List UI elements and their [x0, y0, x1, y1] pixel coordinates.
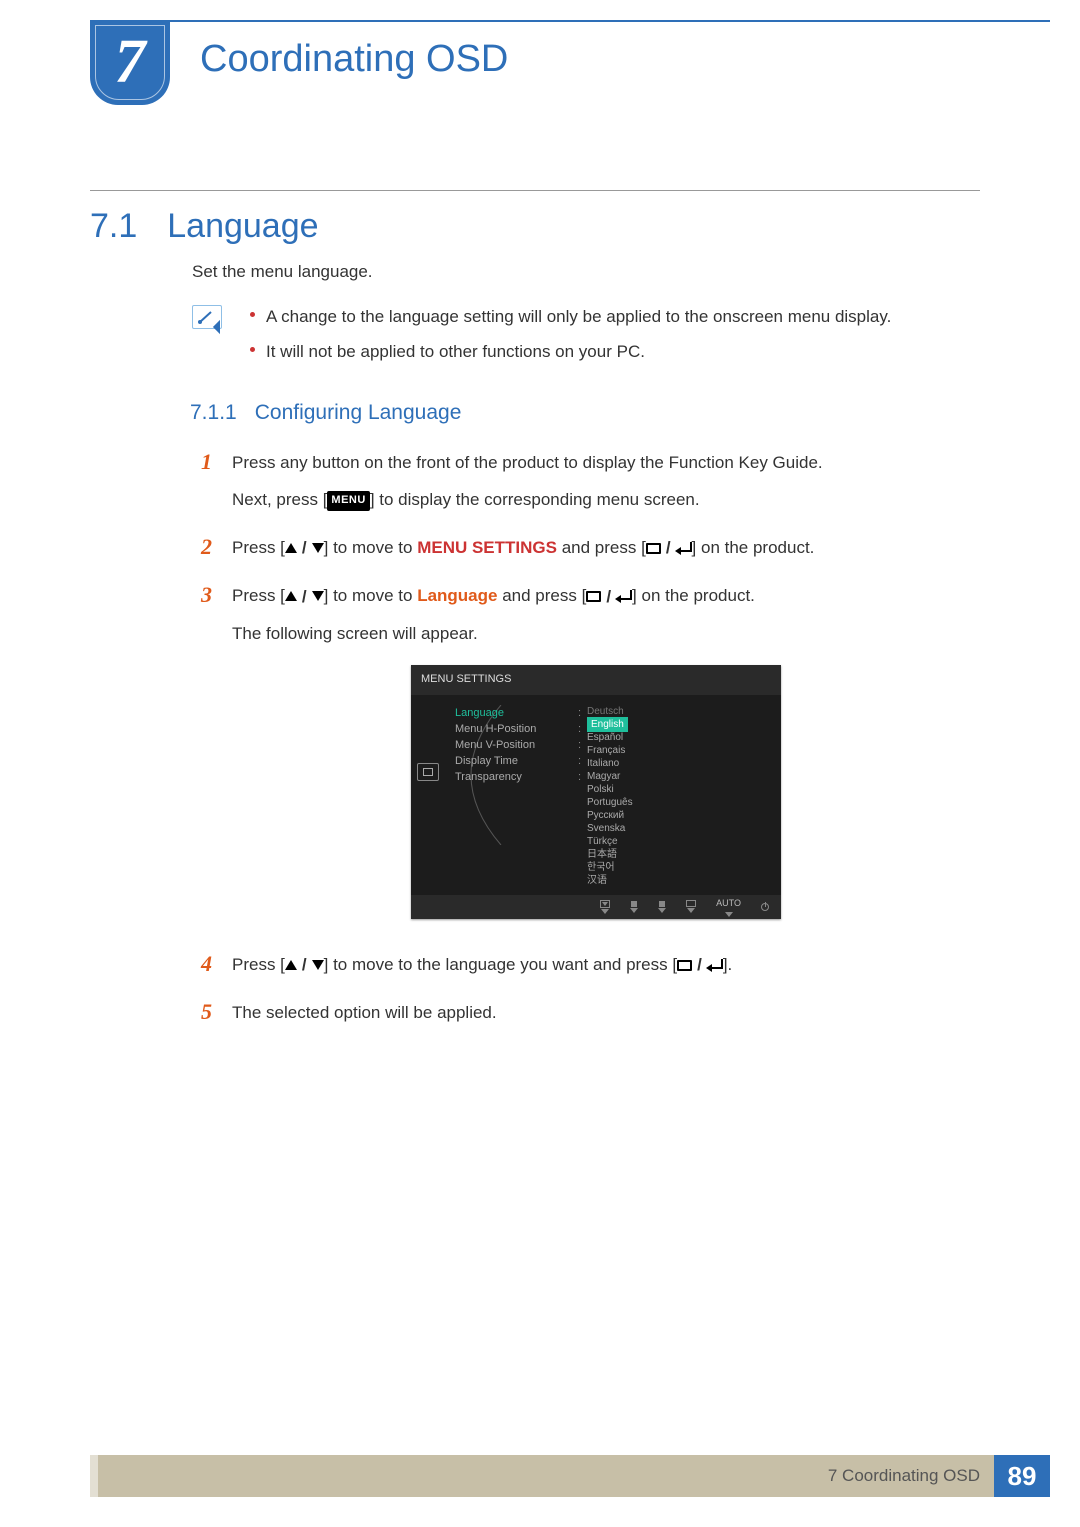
- step-text: The selected option will be applied.: [232, 999, 960, 1026]
- note-block: A change to the language setting will on…: [192, 303, 960, 373]
- step-number: 2: [192, 534, 212, 572]
- osd-language-option: 日本語: [587, 848, 773, 861]
- footer-label: 7 Coordinating OSD: [828, 1466, 980, 1486]
- osd-language-option: Français: [587, 744, 773, 757]
- note-icon: [192, 305, 222, 329]
- osd-footer-down-icon: [630, 901, 638, 913]
- step-body: Press [/] to move to Language and press …: [232, 582, 960, 941]
- chapter-title: Coordinating OSD: [200, 38, 508, 81]
- osd-footer-power-icon: [761, 903, 769, 911]
- top-rule: [90, 20, 1050, 22]
- osd-menu-item: Language: [455, 705, 569, 721]
- osd-footer-up-icon: [658, 901, 666, 913]
- content-area: Set the menu language. A change to the l…: [192, 258, 960, 1046]
- footer-page-number: 89: [994, 1455, 1050, 1497]
- subsection-title: Configuring Language: [255, 401, 462, 424]
- step: 4 Press [/] to move to the language you …: [192, 951, 960, 989]
- osd-language-option: Türkçe: [587, 835, 773, 848]
- page: 7 Coordinating OSD 7.1 Language Set the m…: [0, 0, 1080, 1527]
- osd-language-option: Español: [587, 731, 773, 744]
- osd-section-icon: [417, 763, 439, 781]
- osd-language-option-selected: English: [587, 717, 628, 732]
- step-number: 3: [192, 582, 212, 941]
- step: 5 The selected option will be applied.: [192, 999, 960, 1036]
- osd-footer: AUTO: [411, 895, 781, 919]
- osd-footer-back-icon: [600, 900, 610, 914]
- osd-language-list: Deutsch English Español Français Italian…: [569, 705, 773, 887]
- step-text: Press [/] to move to the language you wa…: [232, 951, 960, 979]
- chapter-number: 7: [115, 27, 146, 98]
- step-body: Press [/] to move to MENU SETTINGS and p…: [232, 534, 960, 572]
- up-down-icon: /: [285, 583, 324, 610]
- up-down-icon: /: [285, 534, 324, 561]
- osd-menu-item: Transparency: [455, 769, 569, 785]
- step-number: 1: [192, 449, 212, 523]
- osd-footer-auto: AUTO: [716, 896, 741, 916]
- osd-screenshot: MENU SETTINGS Language Menu H-Position M…: [232, 665, 960, 919]
- osd-menu-list: Language Menu H-Position Menu V-Position…: [419, 705, 569, 887]
- section-intro: Set the menu language.: [192, 258, 960, 285]
- step-text: The following screen will appear.: [232, 620, 960, 647]
- step-number: 5: [192, 999, 212, 1036]
- menu-settings-label: MENU SETTINGS: [417, 538, 557, 557]
- step-text: Next, press [MENU] to display the corres…: [232, 486, 960, 513]
- osd-language-option: Svenska: [587, 822, 773, 835]
- chapter-tab: 7: [90, 20, 170, 105]
- osd-body: Language Menu H-Position Menu V-Position…: [411, 695, 781, 895]
- step: 1 Press any button on the front of the p…: [192, 449, 960, 523]
- section-rule: [90, 190, 980, 191]
- step-body: The selected option will be applied.: [232, 999, 960, 1036]
- select-enter-icon: /: [646, 534, 692, 561]
- osd-language-option: Italiano: [587, 757, 773, 770]
- osd-language-option: 汉语: [587, 874, 773, 887]
- step-text: Press [/] to move to Language and press …: [232, 582, 960, 610]
- note-item: A change to the language setting will on…: [244, 303, 891, 330]
- footer-bar: 7 Coordinating OSD 89: [90, 1455, 1050, 1497]
- section-title: Language: [167, 207, 318, 245]
- step-text: Press any button on the front of the pro…: [232, 449, 960, 476]
- osd-menu-item: Menu V-Position: [455, 737, 569, 753]
- step: 3 Press [/] to move to Language and pres…: [192, 582, 960, 941]
- osd-language-option: Português: [587, 796, 773, 809]
- osd-language-option: 한국어: [587, 861, 773, 874]
- osd-language-option: Magyar: [587, 770, 773, 783]
- subsection-heading: 7.1.1 Configuring Language: [190, 396, 960, 430]
- language-label: Language: [417, 586, 497, 605]
- select-enter-icon: /: [586, 583, 632, 610]
- section-number: 7.1: [90, 207, 137, 245]
- step-text: Press [/] to move to MENU SETTINGS and p…: [232, 534, 960, 562]
- osd-footer-enter-icon: [686, 900, 696, 913]
- step-number: 4: [192, 951, 212, 989]
- select-enter-icon: /: [677, 951, 723, 978]
- section-heading: 7.1 Language: [90, 207, 319, 246]
- note-item: It will not be applied to other function…: [244, 338, 891, 365]
- note-list: A change to the language setting will on…: [244, 303, 891, 373]
- up-down-icon: /: [285, 951, 324, 978]
- subsection-number: 7.1.1: [190, 401, 237, 424]
- osd-language-option: Русский: [587, 809, 773, 822]
- osd-menu-item: Display Time: [455, 753, 569, 769]
- step: 2 Press [/] to move to MENU SETTINGS and…: [192, 534, 960, 572]
- osd-menu-item: Menu H-Position: [455, 721, 569, 737]
- step-body: Press any button on the front of the pro…: [232, 449, 960, 523]
- osd-panel: MENU SETTINGS Language Menu H-Position M…: [411, 665, 781, 919]
- osd-title: MENU SETTINGS: [411, 665, 781, 695]
- step-body: Press [/] to move to the language you wa…: [232, 951, 960, 989]
- osd-language-option: Polski: [587, 783, 773, 796]
- menu-button-icon: MENU: [327, 491, 369, 511]
